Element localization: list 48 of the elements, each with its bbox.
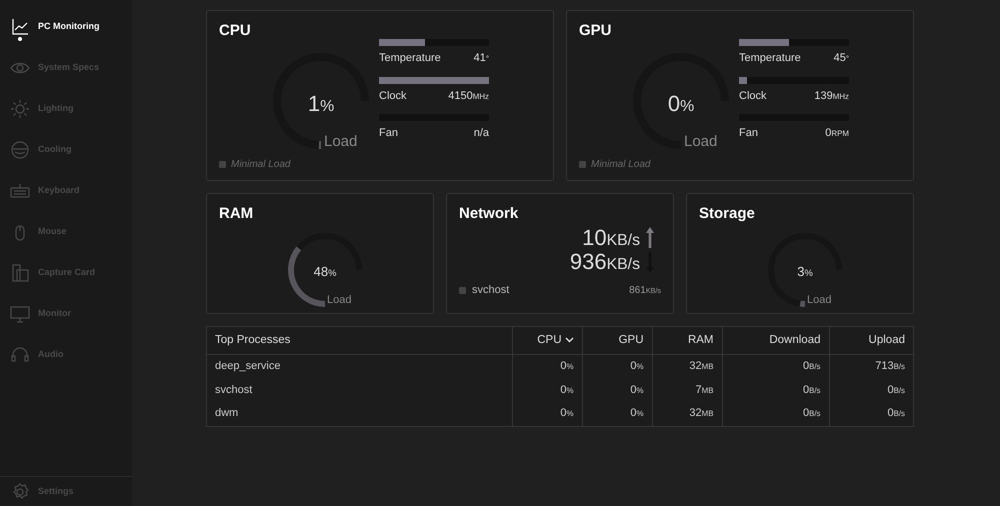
process-name: svchost [472, 283, 510, 298]
monitor-icon [10, 304, 30, 324]
sidebar-item[interactable]: PC Monitoring [0, 6, 132, 47]
stat-label: Fan [379, 126, 398, 141]
process-name: svchost [215, 384, 252, 396]
process-name: dwm [215, 407, 238, 420]
column-header[interactable]: RAM [652, 327, 722, 355]
column-header[interactable]: Download [722, 327, 829, 355]
load-label: Load [327, 293, 352, 308]
card-title: Network [459, 204, 518, 224]
load-value: 0% [666, 90, 696, 118]
stat-label: Temperature [379, 51, 441, 66]
status-text: Minimal Load [231, 158, 290, 172]
upload-arrow-icon [646, 227, 654, 248]
stat-label: Fan [739, 126, 758, 141]
sun-icon [10, 98, 30, 118]
column-header[interactable]: CPU [512, 327, 582, 355]
column-header[interactable]: Top Processes [207, 327, 512, 355]
stat-label: Clock [739, 88, 767, 104]
status-indicator [579, 161, 586, 168]
stat-value: n/a [474, 126, 489, 141]
gauge-fill [318, 140, 322, 149]
gauge-fill [800, 300, 806, 307]
headset-icon [10, 344, 30, 364]
status-text: Minimal Load [591, 158, 650, 172]
selected-indicator [18, 37, 22, 41]
download-rate: 936KB/s [570, 250, 640, 274]
status-indicator [219, 161, 226, 168]
stat-label: Clock [379, 88, 407, 104]
card-title: Storage [699, 204, 755, 224]
gauge-fill [288, 246, 326, 307]
process-name: deep_service [215, 360, 280, 372]
load-label: Load [324, 132, 358, 152]
stat-label: Temperature [739, 51, 801, 66]
column-header[interactable]: GPU [582, 327, 652, 355]
capture-card-icon [10, 262, 30, 282]
card-title: CPU [219, 21, 251, 41]
column-header[interactable]: Upload [829, 327, 913, 355]
load-value: 1% [306, 90, 336, 118]
chart-icon [10, 16, 30, 36]
load-label: Load [807, 293, 832, 308]
load-value: 48% [312, 262, 338, 281]
card-title: RAM [219, 204, 254, 224]
load-value: 3% [796, 262, 814, 281]
load-label: Load [684, 132, 718, 152]
card-title: GPU [579, 21, 612, 41]
upload-rate: 10KB/s [581, 226, 640, 250]
process-indicator [459, 286, 466, 294]
